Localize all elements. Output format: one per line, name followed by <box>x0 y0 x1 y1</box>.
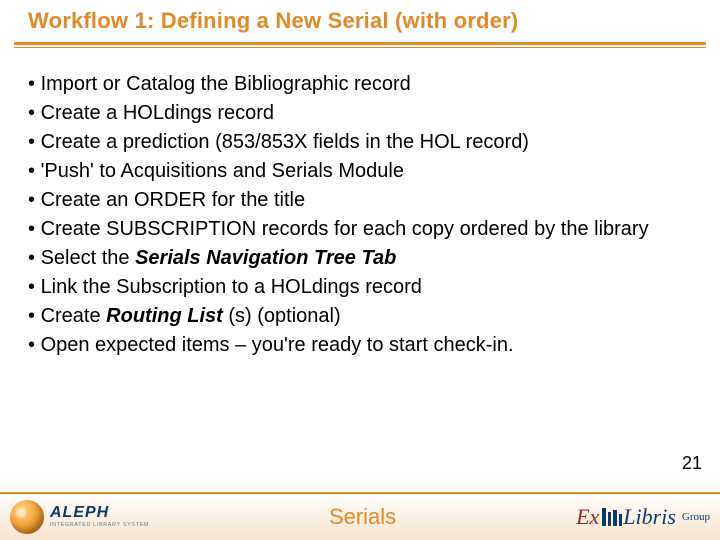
list-item: • Link the Subscription to a HOLdings re… <box>28 273 692 302</box>
aleph-logo: ALEPH INTEGRATED LIBRARY SYSTEM <box>10 500 149 534</box>
aleph-orb-icon <box>10 500 44 534</box>
bullet-marker: • <box>28 334 41 356</box>
bullet-text-emphasis: Serials Navigation Tree Tab <box>135 247 396 269</box>
aleph-brand: ALEPH <box>50 505 149 521</box>
bullet-text: Create an ORDER for the title <box>41 189 306 211</box>
bullet-text: Create SUBSCRIPTION records for each cop… <box>41 218 649 240</box>
list-item: • Create a prediction (853/853X fields i… <box>28 128 692 157</box>
bullet-list: • Import or Catalog the Bibliographic re… <box>28 70 692 360</box>
bullet-marker: • <box>28 218 41 240</box>
aleph-text: ALEPH INTEGRATED LIBRARY SYSTEM <box>50 505 149 529</box>
page-number: 21 <box>682 453 702 474</box>
list-item: • Create an ORDER for the title <box>28 186 692 215</box>
list-item: • Create SUBSCRIPTION records for each c… <box>28 215 692 244</box>
aleph-tagline: INTEGRATED LIBRARY SYSTEM <box>50 523 149 529</box>
bullet-marker: • <box>28 189 41 211</box>
exlibris-ex: Ex <box>576 504 599 530</box>
exlibris-bars-icon <box>602 508 622 526</box>
exlibris-logo: Ex Libris Group <box>576 504 710 530</box>
exlibris-libris: Libris <box>623 504 676 530</box>
bullet-marker: • <box>28 247 41 269</box>
list-item: • Create a HOLdings record <box>28 99 692 128</box>
bullet-marker: • <box>28 305 41 327</box>
bullet-marker: • <box>28 276 41 298</box>
title-separator <box>14 42 706 48</box>
slide: Workflow 1: Defining a New Serial (with … <box>0 0 720 540</box>
bullet-text: Import or Catalog the Bibliographic reco… <box>41 73 411 95</box>
bullet-text: Create a prediction (853/853X fields in … <box>41 131 529 153</box>
list-item: • Create Routing List (s) (optional) <box>28 302 692 331</box>
list-item: • Open expected items – you're ready to … <box>28 331 692 360</box>
bullet-marker: • <box>28 73 41 95</box>
bullet-text: Link the Subscription to a HOLdings reco… <box>41 276 422 298</box>
list-item: • 'Push' to Acquisitions and Serials Mod… <box>28 157 692 186</box>
bullet-text-suffix: (s) (optional) <box>223 305 341 327</box>
bullet-text-prefix: Select the <box>41 247 136 269</box>
list-item: • Select the Serials Navigation Tree Tab <box>28 244 692 273</box>
bullet-marker: • <box>28 102 41 124</box>
bullet-text-emphasis: Routing List <box>106 305 223 327</box>
slide-title: Workflow 1: Defining a New Serial (with … <box>28 8 518 34</box>
bullet-text: 'Push' to Acquisitions and Serials Modul… <box>41 160 404 182</box>
footer-bar: ALEPH INTEGRATED LIBRARY SYSTEM Serials … <box>0 492 720 540</box>
bullet-marker: • <box>28 160 41 182</box>
exlibris-group: Group <box>682 511 710 523</box>
bullet-text: Open expected items – you're ready to st… <box>41 334 514 356</box>
list-item: • Import or Catalog the Bibliographic re… <box>28 70 692 99</box>
bullet-text-prefix: Create <box>41 305 107 327</box>
bullet-text: Create a HOLdings record <box>41 102 274 124</box>
bullet-marker: • <box>28 131 41 153</box>
footer-center-label: Serials <box>149 504 576 530</box>
